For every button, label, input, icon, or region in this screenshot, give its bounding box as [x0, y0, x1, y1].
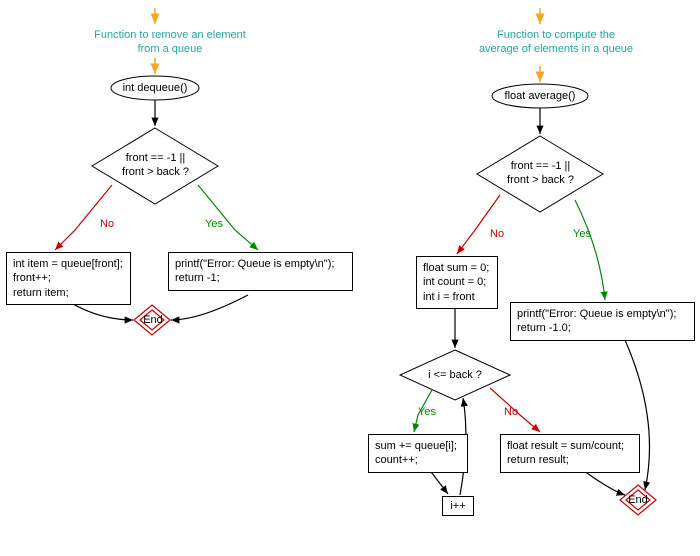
right-decision-text: front == -1 || front > back ? — [498, 160, 583, 188]
left-end-text: End — [142, 314, 164, 328]
edge-yesbox-end-left — [171, 295, 248, 320]
right-no-label: No — [490, 228, 504, 240]
left-title: Function to remove an element from a que… — [90, 28, 250, 57]
loop-body-box: sum += queue[i]; count++; — [368, 434, 468, 473]
left-decision-text: front == -1 || front > back ? — [113, 152, 198, 180]
right-end-text: End — [627, 494, 649, 508]
left-yes-box: printf("Error: Queue is empty\n"); retur… — [168, 252, 353, 291]
edge-no-right — [457, 195, 500, 254]
loop-yes-label: Yes — [418, 406, 436, 418]
right-no-box: float sum = 0; int count = 0; int i = fr… — [416, 256, 498, 309]
loop-no-label: No — [504, 406, 518, 418]
right-yes-label: Yes — [573, 228, 591, 240]
loop-decision-text: i <= back ? — [422, 369, 488, 383]
right-title: Function to compute the average of eleme… — [476, 28, 636, 57]
right-start-text: float average() — [500, 90, 580, 104]
right-yes-box: printf("Error: Queue is empty\n"); retur… — [510, 302, 695, 341]
left-start-text: int dequeue() — [120, 82, 190, 96]
edge-yes-right — [575, 200, 605, 300]
flowchart-canvas: Function to remove an element from a que… — [0, 0, 700, 556]
left-yes-label: Yes — [205, 218, 223, 230]
left-no-box: int item = queue[front]; front++; return… — [6, 252, 131, 305]
increment-box: i++ — [442, 496, 474, 516]
left-no-label: No — [100, 218, 114, 230]
result-box: float result = sum/count; return result; — [500, 434, 640, 473]
